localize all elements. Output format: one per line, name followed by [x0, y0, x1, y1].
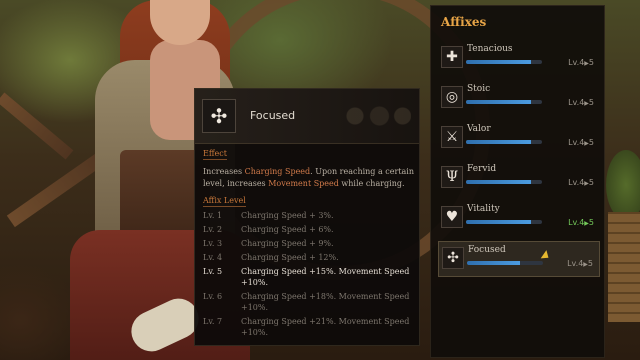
affix-progress-fill — [466, 180, 531, 184]
trident-icon: Ψ — [441, 166, 463, 188]
affix-progress-fill — [466, 220, 531, 224]
level-description: Charging Speed +15%. Movement Speed +10%… — [241, 267, 410, 287]
affix-level-max: 5 — [588, 138, 594, 147]
affix-level: Lv.4▶5 — [568, 98, 594, 107]
level-label: Lv. 2 — [203, 225, 223, 234]
affix-level-current: Lv.4 — [568, 178, 585, 187]
affix-level-current: Lv.4 — [568, 98, 585, 107]
affix-level: Lv.4▶5 — [568, 58, 594, 67]
affix-level-max: 5 — [588, 98, 594, 107]
level-label: Lv. 7 — [203, 317, 223, 326]
affix-tooltip: ✣ Focused Effect Increases Charging Spee… — [194, 88, 420, 346]
level-description: Charging Speed + 9%. — [241, 239, 334, 248]
affix-level-max: 5 — [588, 178, 594, 187]
affix-name: Vitality — [467, 204, 500, 214]
level-description: Charging Speed + 12%. — [241, 253, 339, 262]
level-description: Charging Speed +21%. Movement Speed +10%… — [241, 317, 410, 337]
tooltip-title: Focused — [250, 109, 296, 122]
ornament-decoration — [341, 99, 411, 133]
affix-name: Focused — [468, 245, 506, 255]
heartbeat-icon: ♥ — [441, 206, 463, 228]
wing-icon: ✣ — [202, 99, 236, 133]
affix-level-current: Lv.4 — [567, 259, 584, 268]
affix-item-stoic[interactable]: ◎ Stoic Lv.4▶5 — [438, 81, 600, 117]
affix-level: Lv.4▶5 — [568, 178, 594, 187]
affix-item-focused[interactable]: ✣ Focused Lv.4▶5 — [438, 241, 600, 277]
effect-highlight: Charging Speed — [244, 167, 311, 176]
level-description: Charging Speed +18%. Movement Speed +10%… — [241, 292, 410, 312]
affix-name: Stoic — [467, 84, 491, 94]
affix-progress-fill — [466, 60, 531, 64]
crate-prop — [608, 212, 640, 322]
effect-description: Increases Charging Speed. Upon reaching … — [203, 166, 415, 190]
affix-item-fervid[interactable]: Ψ Fervid Lv.4▶5 — [438, 161, 600, 197]
level-label: Lv. 3 — [203, 239, 223, 248]
affix-level: Lv.4▶5 — [568, 138, 594, 147]
affix-progress-bar — [467, 261, 543, 265]
affix-progress-fill — [466, 100, 531, 104]
sword-icon: ⚔ — [441, 126, 463, 148]
affix-progress-bar — [466, 180, 542, 184]
affix-item-tenacious[interactable]: ✚ Tenacious Lv.4▶5 — [438, 41, 600, 77]
affix-level-current: Lv.4 — [568, 138, 585, 147]
affix-progress-fill — [466, 140, 531, 144]
tooltip-header: ✣ Focused — [195, 89, 419, 144]
affix-name: Fervid — [467, 164, 497, 174]
affix-name: Valor — [467, 124, 491, 134]
level-label: Lv. 4 — [203, 253, 223, 262]
affix-list: ✚ Tenacious Lv.4▶5 ◎ Stoic Lv.4▶5 ⚔ Valor Lv.4▶5… — [438, 41, 600, 281]
affix-progress-fill — [467, 261, 521, 265]
heart-shield-icon: ✚ — [441, 46, 463, 68]
effect-highlight: Movement Speed — [268, 179, 339, 188]
affix-progress-bar — [466, 100, 542, 104]
effect-text: while charging. — [338, 179, 405, 188]
level-description: Charging Speed + 3%. — [241, 211, 334, 220]
affix-level-max: 5 — [588, 58, 594, 67]
affix-level-max: 5 — [587, 259, 593, 268]
affix-progress-bar — [466, 60, 542, 64]
affixes-title: Affixes — [441, 15, 487, 29]
ring-icon: ◎ — [441, 86, 463, 108]
affix-name: Tenacious — [467, 44, 513, 54]
wing-icon: ✣ — [442, 247, 464, 269]
affixes-panel: Affixes ✚ Tenacious Lv.4▶5 ◎ Stoic Lv.4▶5 ⚔ Val… — [430, 5, 605, 358]
level-label: Lv. 5 — [203, 267, 223, 276]
plant-prop — [606, 150, 640, 220]
affix-item-vitality[interactable]: ♥ Vitality Lv.4▶5 — [438, 201, 600, 237]
affix-level-current: Lv.4 — [568, 218, 585, 227]
effect-heading: Effect — [203, 149, 227, 160]
effect-text: Increases — [203, 167, 245, 176]
affix-level-heading: Affix Level — [203, 196, 246, 207]
affix-level-current: Lv.4 — [568, 58, 585, 67]
level-label: Lv. 1 — [203, 211, 223, 220]
affix-item-valor[interactable]: ⚔ Valor Lv.4▶5 — [438, 121, 600, 157]
affix-progress-bar — [466, 140, 542, 144]
level-label: Lv. 6 — [203, 292, 223, 301]
affix-level: Lv.4▶5 — [568, 218, 594, 227]
affix-progress-bar — [466, 220, 542, 224]
affix-level-max: 5 — [588, 218, 594, 227]
affix-level: Lv.4▶5 — [567, 259, 593, 268]
level-description: Charging Speed + 6%. — [241, 225, 334, 234]
